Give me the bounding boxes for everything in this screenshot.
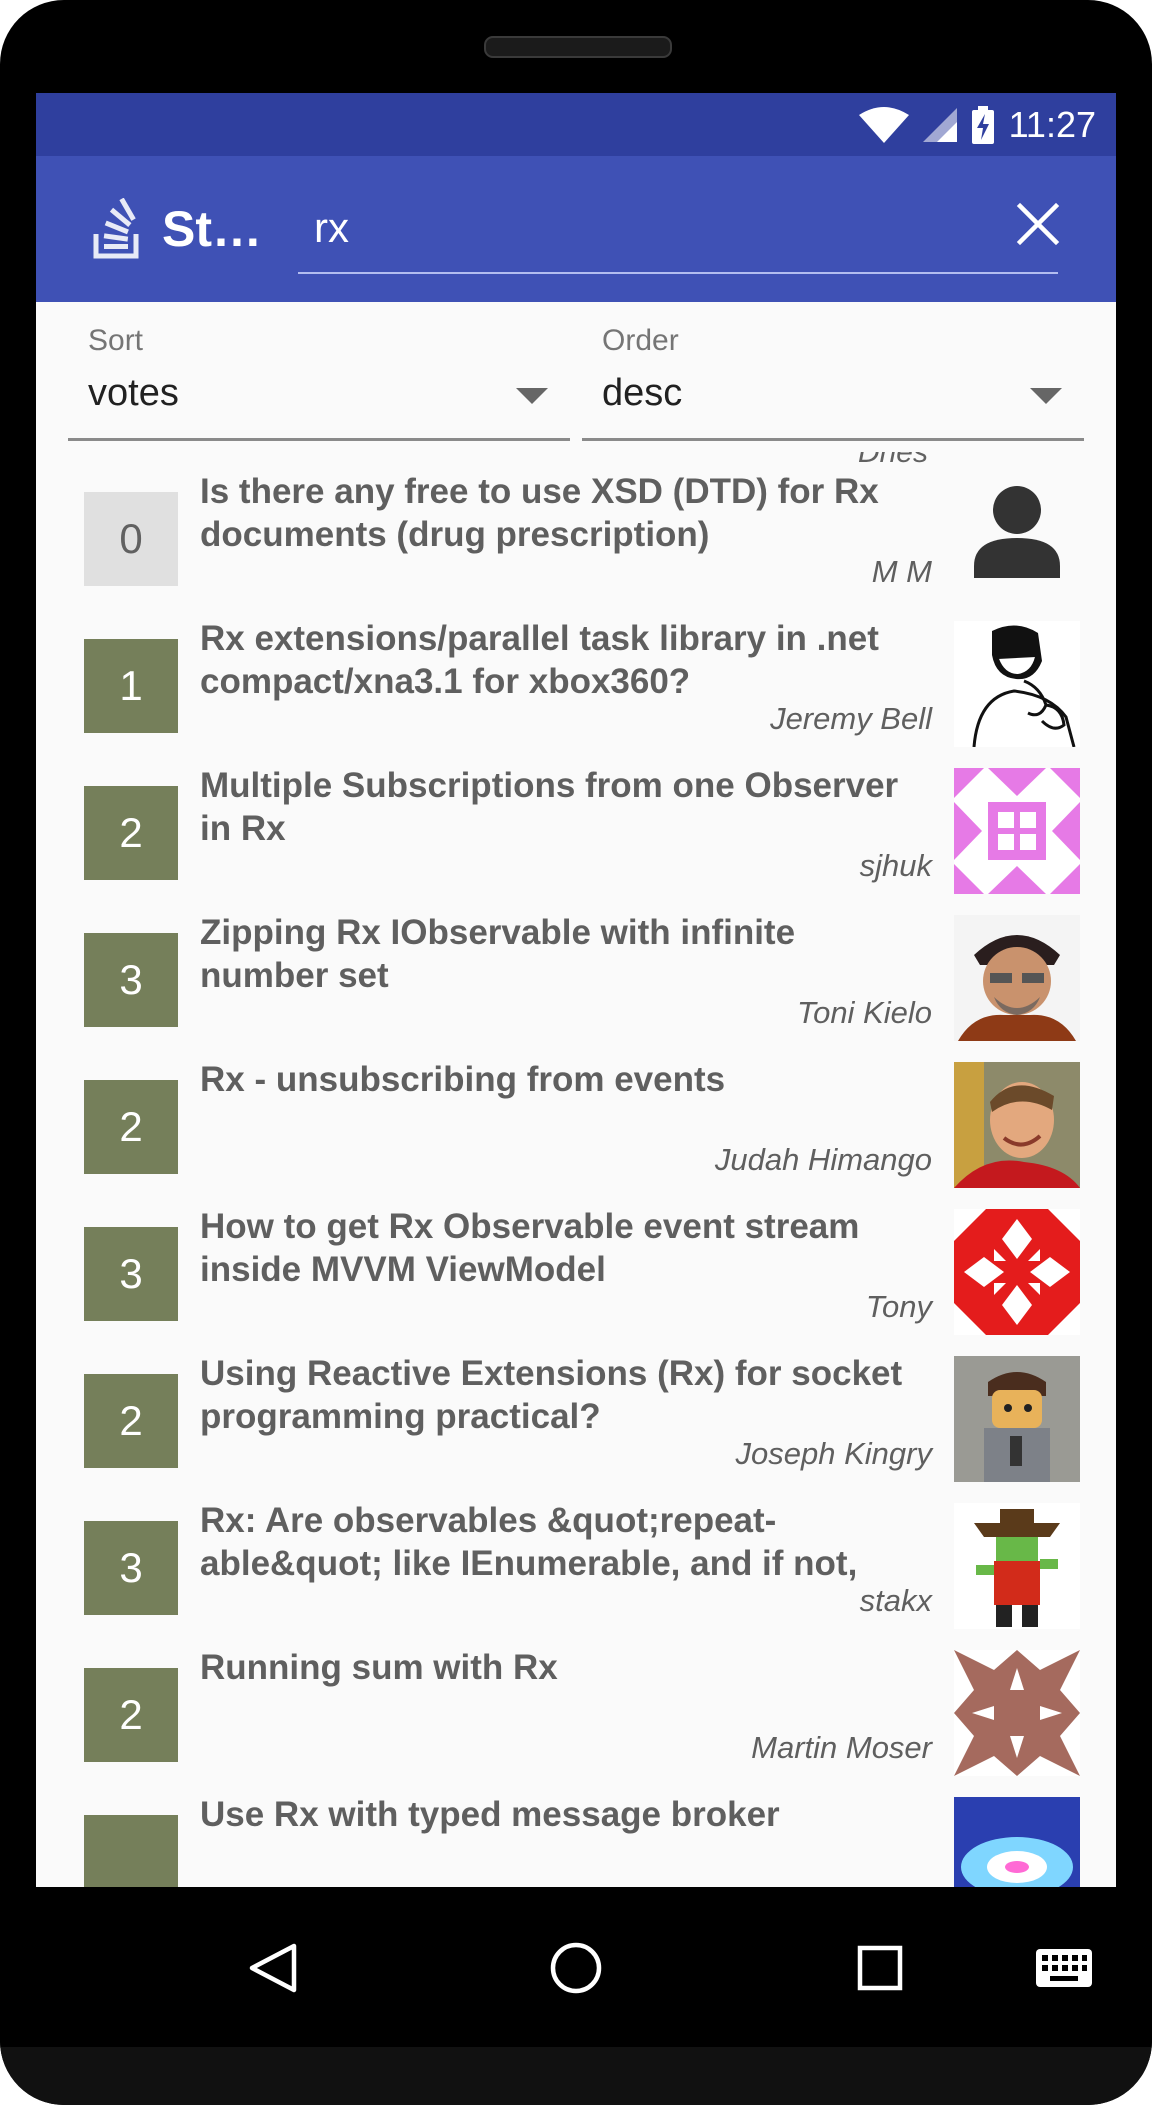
score-badge: 0 [84,492,178,586]
search-input[interactable] [298,184,1058,274]
user-avatar [954,1356,1080,1482]
question-title[interactable]: Using Reactive Extensions (Rx) for socke… [200,1352,932,1438]
question-title[interactable]: Rx extensions/parallel task library in .… [200,617,932,703]
phone-frame: 11:27 St… Sort votes [0,0,1152,2105]
score-badge: 2 [84,1668,178,1762]
question-title[interactable]: Is there any free to use XSD (DTD) for R… [200,470,932,556]
question-row[interactable]: 2 Rx - unsubscribing from events Judah H… [36,1040,1116,1188]
order-select[interactable]: Order desc [582,302,1084,452]
wifi-icon [858,106,909,143]
dropdown-caret-icon [516,388,548,404]
close-icon[interactable] [1016,202,1060,246]
score-badge: 3 [84,1521,178,1615]
user-avatar [954,1503,1080,1629]
question-row[interactable]: 3 Rx: Are observables &quot;repeat-able&… [36,1481,1116,1629]
sort-value: votes [88,372,179,414]
order-label: Order [602,324,679,357]
user-avatar [954,1209,1080,1335]
score-badge: 3 [84,1227,178,1321]
question-title[interactable]: Multiple Subscriptions from one Observer… [200,764,932,850]
app-title: St… [162,201,262,257]
author-name: stakx [859,1583,932,1618]
score-badge: 2 [84,1080,178,1174]
question-row[interactable]: 2 Using Reactive Extensions (Rx) for soc… [36,1334,1116,1482]
question-title[interactable]: Rx - unsubscribing from events [200,1058,932,1101]
score-badge: 2 [84,1374,178,1468]
sort-select[interactable]: Sort votes [68,302,570,452]
score-badge: 1 [84,639,178,733]
question-row[interactable]: Use Rx with typed message broker [36,1775,1116,1887]
question-row[interactable]: 2 Running sum with Rx Martin Moser [36,1628,1116,1776]
sort-label: Sort [88,324,144,357]
status-time: 11:27 [1008,103,1096,145]
filter-bar: Sort votes Order desc [36,302,1116,452]
author-name: Jeremy Bell [770,701,932,736]
user-avatar [954,621,1080,747]
dropdown-caret-icon [1030,388,1062,404]
user-avatar [954,1650,1080,1776]
user-avatar [954,1797,1080,1887]
user-avatar [954,915,1080,1041]
question-row[interactable]: 3 How to get Rx Observable event stream … [36,1187,1116,1335]
recents-button[interactable] [845,1933,915,2003]
author-name: Joseph Kingry [735,1436,932,1471]
author-name: sjhuk [859,848,932,883]
app-bar: St… [36,156,1116,302]
signal-icon [922,107,957,142]
keyboard-icon [1036,1949,1092,1987]
score-badge: 3 [84,933,178,1027]
status-bar: 11:27 [36,93,1116,156]
question-row[interactable]: 3 Zipping Rx IObservable with infinite n… [36,893,1116,1041]
default-user-icon [954,474,1080,600]
home-button[interactable] [541,1933,611,2003]
phone-chin [0,2047,1152,2105]
question-row[interactable]: 2 Multiple Subscriptions from one Observ… [36,746,1116,894]
back-icon [249,1943,297,1993]
home-icon [550,1942,602,1994]
keyboard-button[interactable] [1029,1933,1099,2003]
question-row[interactable]: 1 Rx extensions/parallel task library in… [36,599,1116,747]
question-list[interactable]: Dries 0 Is there any free to use XSD (DT… [36,452,1116,1887]
author-name: Tony [865,1289,932,1324]
phone-speaker [484,36,672,58]
score-badge: 2 [84,786,178,880]
recents-icon [857,1945,903,1991]
author-name: Toni Kielo [796,995,932,1030]
question-title[interactable]: Running sum with Rx [200,1646,932,1689]
navigation-bar [0,1887,1152,2047]
author-name: Judah Himango [714,1142,932,1177]
order-value: desc [602,372,683,414]
question-title[interactable]: How to get Rx Observable event stream in… [200,1205,932,1291]
author-name: Martin Moser [751,1730,932,1765]
question-title[interactable]: Zipping Rx IObservable with infinite num… [200,911,932,997]
question-row[interactable]: 0 Is there any free to use XSD (DTD) for… [36,452,1116,599]
author-name: M M [871,554,932,589]
battery-charging-icon [971,105,994,144]
question-title[interactable]: Rx: Are observables &quot;repeat-able&qu… [200,1499,932,1585]
question-title[interactable]: Use Rx with typed message broker [200,1793,932,1836]
user-avatar [954,768,1080,894]
back-button[interactable] [238,1933,308,2003]
divider [68,438,570,441]
stack-overflow-logo-icon [93,198,139,259]
user-avatar [954,1062,1080,1188]
app-screen: 11:27 St… Sort votes [36,93,1116,1887]
score-badge [84,1815,178,1887]
divider [582,438,1084,441]
